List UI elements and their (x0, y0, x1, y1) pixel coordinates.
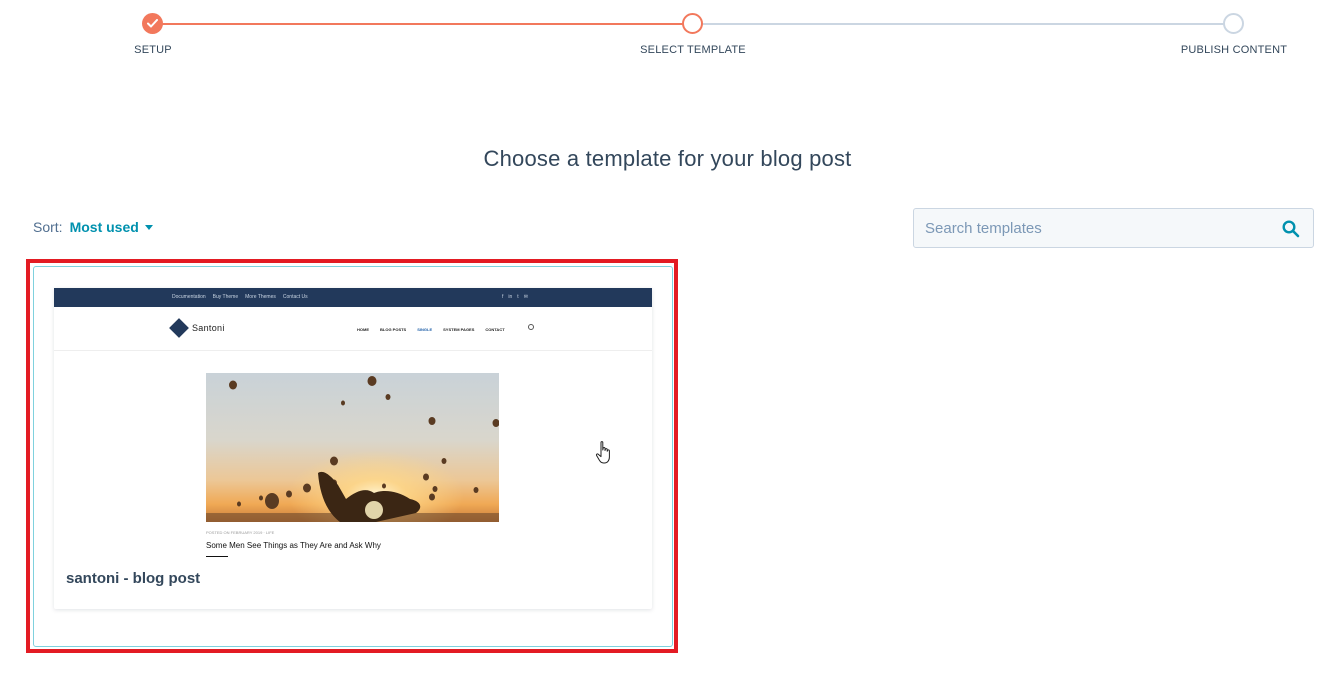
sort-dropdown-value: Most used (69, 219, 139, 235)
step-label-select-template: SELECT TEMPLATE (640, 44, 746, 56)
preview-post-title: Some Men See Things as They Are and Ask … (206, 541, 381, 550)
twitter-icon: t (517, 294, 519, 300)
preview-nav-item: SINGLE (417, 327, 433, 332)
stepper-line-complete (162, 23, 684, 25)
hand-cursor-icon (595, 441, 610, 464)
preview-header: Santoni HOME BLOG POSTS SINGLE SYSTEM PA… (54, 307, 652, 351)
search-icon[interactable] (1282, 220, 1300, 238)
preview-nav-item: SYSTEM PAGES (443, 327, 475, 332)
page-title: Choose a template for your blog post (483, 146, 852, 171)
template-card[interactable]: Documentation Buy Theme More Themes Cont… (33, 266, 673, 647)
preview-topbar: Documentation Buy Theme More Themes Cont… (54, 288, 652, 307)
sort-dropdown[interactable]: Most used (70, 219, 153, 235)
sort-label: Sort: (33, 219, 63, 235)
step-label-setup[interactable]: SETUP (134, 44, 172, 56)
template-preview: Documentation Buy Theme More Themes Cont… (54, 288, 652, 609)
caret-down-icon (144, 224, 153, 230)
preview-top-link: More Themes (245, 294, 276, 300)
step-publish-content-dot (1223, 13, 1244, 34)
step-setup-check-icon[interactable] (142, 13, 163, 34)
sort-control: Sort: Most used (33, 219, 153, 235)
preview-top-link: Buy Theme (212, 294, 239, 300)
facebook-icon: f (502, 294, 504, 300)
preview-post-meta: POSTED ON FEBRUARY 2019 · LIFE (206, 530, 275, 535)
preview-logo: Santoni (169, 318, 225, 338)
linkedin-icon: in (508, 294, 513, 300)
preview-top-link: Documentation (172, 294, 206, 300)
preview-search-icon (528, 324, 534, 330)
preview-nav-item: CONTACT (485, 327, 505, 332)
preview-nav-item: BLOG POSTS (380, 327, 407, 332)
preview-nav-item: HOME (357, 327, 369, 332)
preview-social-icons: f in t ✉ (502, 294, 528, 300)
search-templates-input[interactable] (914, 209, 1274, 247)
step-label-publish-content: PUBLISH CONTENT (1180, 44, 1288, 56)
step-select-template-dot[interactable] (682, 13, 703, 34)
preview-logo-icon (169, 318, 189, 338)
preview-nav: HOME BLOG POSTS SINGLE SYSTEM PAGES CONT… (357, 327, 505, 332)
preview-brand-name: Santoni (192, 323, 225, 333)
preview-top-link: Contact Us (282, 294, 308, 300)
stepper-line-upcoming (702, 23, 1224, 25)
preview-top-links: Documentation Buy Theme More Themes Cont… (172, 294, 308, 300)
preview-title-underline (206, 556, 228, 557)
progress-stepper: SETUP SELECT TEMPLATE PUBLISH CONTENT (0, 0, 1335, 70)
preview-hero-image (206, 373, 499, 522)
search-templates-box (913, 208, 1314, 248)
template-name: santoni - blog post (66, 570, 201, 587)
mail-icon: ✉ (523, 294, 528, 300)
